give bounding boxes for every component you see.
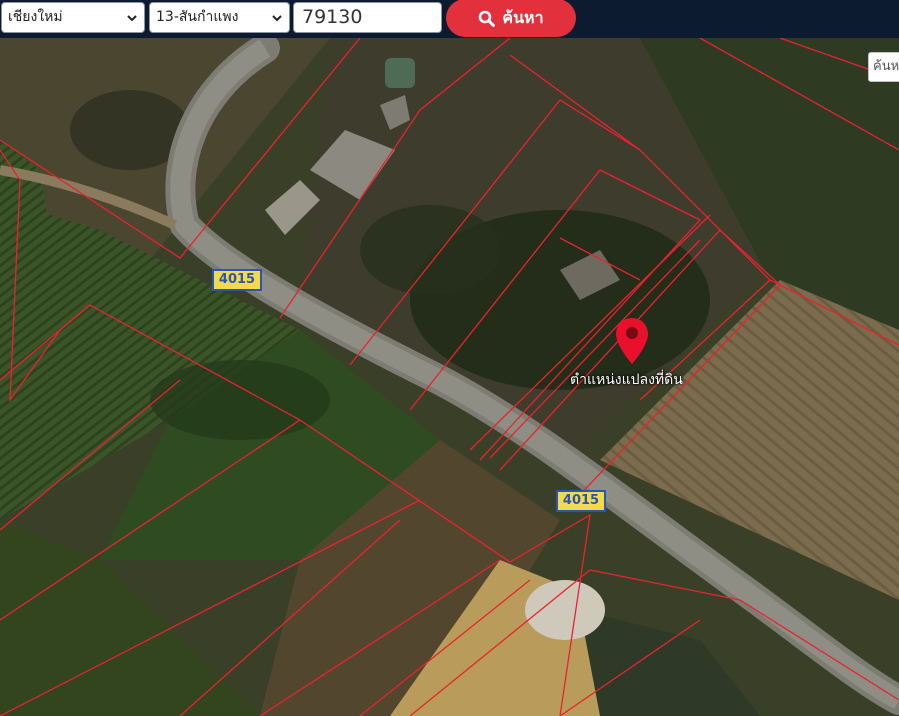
road-shield-number: 4015: [218, 272, 256, 287]
province-select[interactable]: เชียงใหม่: [1, 2, 145, 33]
tree-cluster: [360, 205, 500, 295]
road-shield-number: 4015: [562, 493, 600, 508]
postcode-input[interactable]: 79130: [293, 2, 442, 33]
district-select[interactable]: 13-สันกำแพง: [149, 2, 290, 33]
map-search-placeholder: ค้นห: [873, 59, 899, 74]
marker-label: ตำแหน่งแปลงที่ดิน: [570, 372, 683, 388]
search-button[interactable]: ค้นหา: [446, 0, 576, 37]
district-select-value: 13-สันกำแพง: [156, 9, 239, 25]
map-search-input[interactable]: ค้นห: [868, 52, 899, 82]
map-pin-icon[interactable]: [614, 316, 650, 366]
chevron-down-icon: [272, 15, 282, 22]
road-shield: 4015: [556, 490, 606, 512]
postcode-input-value: 79130: [302, 6, 363, 28]
search-button-label: ค้นหา: [502, 7, 544, 27]
chevron-down-icon: [127, 15, 137, 22]
gravel-pile: [525, 580, 605, 640]
pond: [385, 58, 415, 88]
top-search-bar: เชียงใหม่ 13-สันกำแพง 79130 ค้นหา: [0, 0, 899, 38]
search-icon: [479, 10, 496, 27]
tree-cluster: [150, 360, 330, 440]
province-select-value: เชียงใหม่: [8, 9, 63, 25]
road-shield: 4015: [212, 269, 262, 291]
satellite-map[interactable]: [0, 38, 899, 716]
